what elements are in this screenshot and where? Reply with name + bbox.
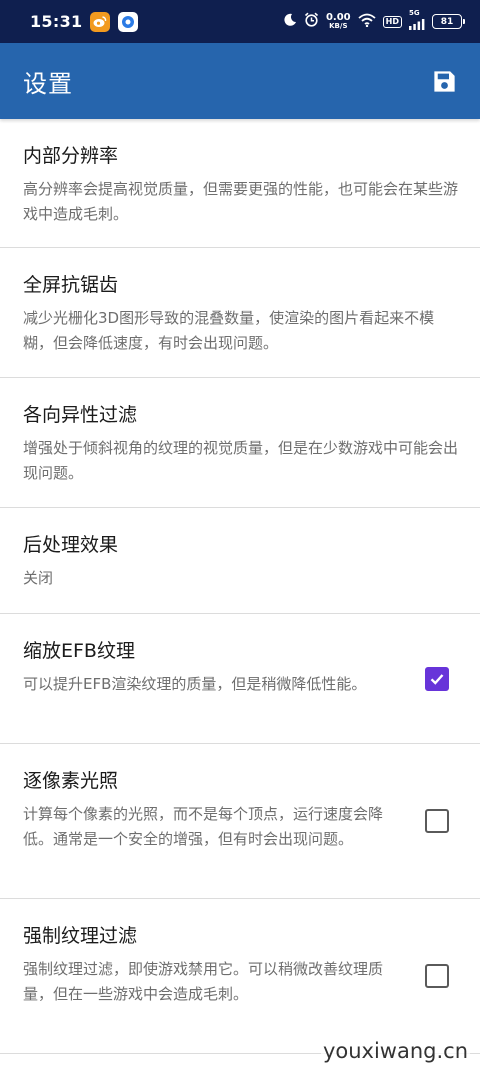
scale-efb-checkbox[interactable] — [425, 667, 449, 691]
setting-description: 强制纹理过滤，即使游戏禁用它。可以稍微改善纹理质量，但在一些游戏中会造成毛刺。 — [23, 960, 384, 1003]
setting-description: 可以提升EFB渲染纹理的质量，但是稍微降低性能。 — [23, 675, 367, 693]
watermark: youxiwang.cn — [320, 1036, 470, 1066]
battery-indicator: 81 — [432, 14, 465, 29]
setting-title: 内部分辨率 — [23, 145, 119, 167]
net-speed-indicator: 0.00 KB/S — [326, 13, 351, 30]
setting-description: 高分辨率会提高视觉质量，但需要更强的性能，也可能会在某些游戏中造成毛刺。 — [23, 180, 459, 223]
force-texture-filtering-checkbox[interactable] — [425, 964, 449, 988]
wifi-icon — [358, 12, 376, 31]
setting-title: 全屏抗锯齿 — [23, 274, 119, 296]
setting-title: 逐像素光照 — [23, 770, 119, 792]
cellular-indicator: 5G — [409, 10, 425, 33]
save-icon — [433, 70, 455, 92]
setting-internal-resolution[interactable]: 内部分辨率 高分辨率会提高视觉质量，但需要更强的性能，也可能会在某些游戏中造成毛… — [0, 119, 480, 248]
setting-anisotropic-filtering[interactable]: 各向异性过滤 增强处于倾斜视角的纹理的视觉质量，但是在少数游戏中可能会出现问题。 — [0, 378, 480, 508]
checkmark-icon — [430, 674, 444, 685]
page-title: 设置 — [23, 69, 73, 98]
settings-list: 内部分辨率 高分辨率会提高视觉质量，但需要更强的性能，也可能会在某些游戏中造成毛… — [0, 119, 480, 1054]
setting-description: 减少光栅化3D图形导致的混叠数量，使渲染的图片看起来不模糊，但会降低速度，有时会… — [23, 309, 435, 352]
status-right: 0.00 KB/S HD 5G 81 — [283, 10, 465, 33]
browser-notification-icon — [118, 11, 139, 32]
status-bar: 15:31 0.00 KB/S HD 5G 81 — [0, 0, 480, 43]
network-type-label: 5G — [409, 9, 420, 17]
app-bar: 设置 — [0, 43, 480, 119]
setting-title: 各向异性过滤 — [23, 404, 138, 426]
setting-post-processing[interactable]: 后处理效果 关闭 — [0, 508, 480, 614]
save-button[interactable] — [428, 65, 460, 97]
net-speed-unit: KB/S — [329, 22, 348, 30]
status-time: 15:31 — [30, 12, 83, 31]
setting-per-pixel-lighting[interactable]: 逐像素光照 计算每个像素的光照，而不是每个顶点，运行速度会降低。通常是一个安全的… — [0, 744, 480, 899]
setting-fullscreen-antialiasing[interactable]: 全屏抗锯齿 减少光栅化3D图形导致的混叠数量，使渲染的图片看起来不模糊，但会降低… — [0, 248, 480, 378]
hd-voice-badge: HD — [382, 15, 402, 28]
do-not-disturb-moon-icon — [283, 12, 297, 31]
setting-scale-efb-textures[interactable]: 缩放EFB纹理 可以提升EFB渲染纹理的质量，但是稍微降低性能。 — [0, 614, 480, 744]
setting-description: 增强处于倾斜视角的纹理的视觉质量，但是在少数游戏中可能会出现问题。 — [23, 439, 459, 482]
setting-description: 计算每个像素的光照，而不是每个顶点，运行速度会降低。通常是一个安全的增强，但有时… — [23, 805, 384, 848]
weibo-notification-icon — [90, 11, 111, 32]
signal-bars-icon — [409, 17, 425, 33]
setting-title: 后处理效果 — [23, 534, 119, 556]
status-left: 15:31 — [30, 11, 139, 32]
alarm-clock-icon — [304, 12, 319, 31]
setting-value: 关闭 — [23, 569, 54, 587]
setting-force-texture-filtering[interactable]: 强制纹理过滤 强制纹理过滤，即使游戏禁用它。可以稍微改善纹理质量，但在一些游戏中… — [0, 899, 480, 1054]
setting-title: 强制纹理过滤 — [23, 925, 138, 947]
setting-title: 缩放EFB纹理 — [23, 640, 135, 662]
per-pixel-lighting-checkbox[interactable] — [425, 809, 449, 833]
